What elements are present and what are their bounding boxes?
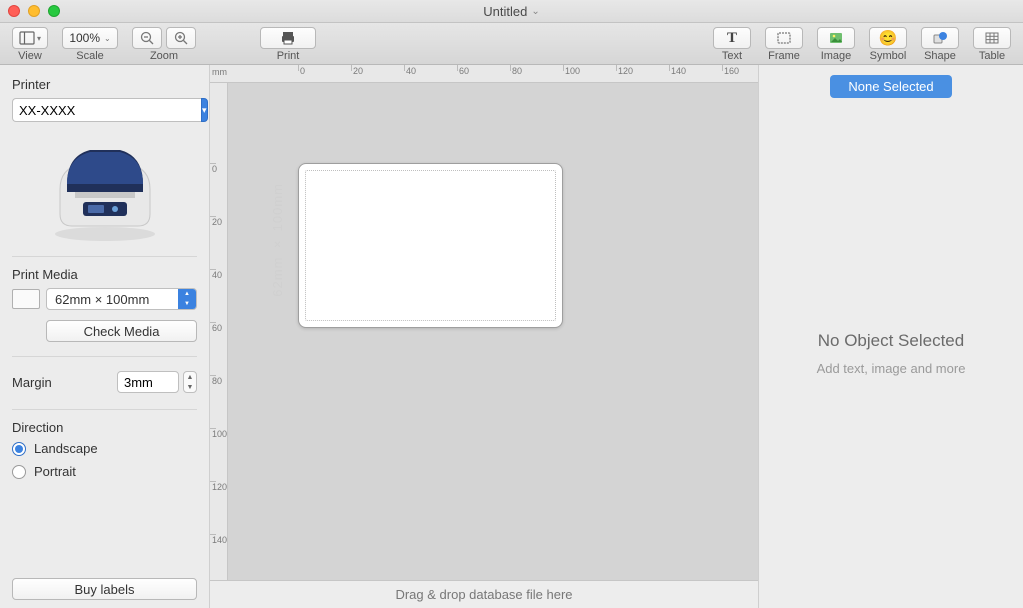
toolbar-text-group: T Text — [713, 27, 751, 62]
titlebar: Untitled ⌄ — [0, 0, 1023, 23]
left-sidebar: Printer ▾ Print Media 62mm × 100mm ▲▼ — [0, 65, 210, 608]
right-inspector: None Selected No Object Selected Add tex… — [758, 65, 1023, 608]
portrait-label: Portrait — [34, 464, 76, 479]
ruler-vertical: 020406080100120140 — [210, 83, 228, 580]
sidebar-layout-icon — [19, 30, 35, 46]
printer-dropdown-arrow[interactable]: ▾ — [201, 98, 208, 122]
frame-icon — [776, 30, 792, 46]
radio-checked-icon — [12, 442, 26, 456]
chevron-down-icon: ▾ — [37, 34, 41, 43]
toolbar-frame-group: Frame — [765, 27, 803, 62]
landscape-label: Landscape — [34, 441, 98, 456]
check-media-label: Check Media — [84, 324, 160, 339]
toolbar-zoom-group: Zoom — [132, 27, 196, 62]
scale-label: Scale — [76, 50, 104, 62]
content: Printer ▾ Print Media 62mm × 100mm ▲▼ — [0, 65, 1023, 608]
buy-labels-button[interactable]: Buy labels — [12, 578, 197, 600]
zoom-in-icon — [173, 30, 189, 46]
printer-select-value[interactable] — [12, 98, 201, 122]
toolbar-scale-group: 100% ⌄ Scale — [62, 27, 118, 62]
label-canvas[interactable] — [298, 163, 563, 328]
text-label: Text — [722, 50, 742, 62]
zoom-out-icon — [139, 30, 155, 46]
media-orientation-icon — [12, 289, 40, 309]
margin-heading: Margin — [12, 375, 52, 390]
printer-icon — [280, 30, 296, 46]
insert-table-button[interactable] — [973, 27, 1011, 49]
shape-label: Shape — [924, 50, 956, 62]
print-media-heading: Print Media — [12, 267, 197, 282]
insert-frame-button[interactable] — [765, 27, 803, 49]
table-label: Table — [979, 50, 1005, 62]
media-size-value: 62mm × 100mm — [55, 292, 149, 307]
smiley-icon: 😊 — [879, 29, 898, 47]
window-title-text: Untitled — [483, 4, 527, 19]
inspector-subtitle: Add text, image and more — [817, 361, 966, 376]
workspace[interactable]: 62mm × 100mm — [228, 83, 758, 580]
window-title[interactable]: Untitled ⌄ — [0, 4, 1023, 19]
toolbar-print-group: Print — [260, 27, 316, 62]
label-dimension-text: 62mm × 100mm — [270, 183, 285, 297]
scale-value: 100% — [69, 31, 100, 45]
direction-heading: Direction — [12, 420, 197, 435]
divider — [12, 256, 197, 257]
print-button[interactable] — [260, 27, 316, 49]
inspector-title: No Object Selected — [818, 331, 964, 351]
canvas-area: mm 020406080100120140160 020406080100120… — [210, 65, 758, 608]
image-label: Image — [821, 50, 852, 62]
toolbar-table-group: Table — [973, 27, 1011, 62]
direction-portrait-option[interactable]: Portrait — [12, 464, 197, 479]
printer-select[interactable]: ▾ — [12, 98, 197, 122]
direction-landscape-option[interactable]: Landscape — [12, 441, 197, 456]
insert-image-button[interactable] — [817, 27, 855, 49]
buy-labels-label: Buy labels — [75, 582, 135, 597]
image-icon — [828, 30, 844, 46]
chevron-down-icon: ⌄ — [104, 34, 111, 43]
margin-input[interactable] — [117, 371, 179, 393]
title-dropdown-icon: ⌄ — [531, 6, 539, 17]
toolbar-symbol-group: 😊 Symbol — [869, 27, 907, 62]
toolbar-shape-group: Shape — [921, 27, 959, 62]
symbol-label: Symbol — [870, 50, 907, 62]
database-drop-zone[interactable]: Drag & drop database file here — [210, 580, 758, 608]
zoom-in-button[interactable] — [166, 27, 196, 49]
zoom-out-button[interactable] — [132, 27, 162, 49]
text-icon: T — [727, 30, 737, 47]
insert-text-button[interactable]: T — [713, 27, 751, 49]
media-select-stepper[interactable]: ▲▼ — [178, 289, 196, 309]
ruler-unit: mm — [212, 67, 227, 77]
view-label: View — [18, 50, 42, 62]
selection-badge[interactable]: None Selected — [830, 75, 951, 98]
shape-icon — [932, 30, 948, 46]
table-icon — [984, 30, 1000, 46]
printer-heading: Printer — [12, 77, 197, 92]
divider — [12, 356, 197, 357]
zoom-label: Zoom — [150, 50, 178, 62]
view-button[interactable]: ▾ — [12, 27, 48, 49]
divider — [12, 409, 197, 410]
frame-label: Frame — [768, 50, 800, 62]
radio-unchecked-icon — [12, 465, 26, 479]
media-size-select[interactable]: 62mm × 100mm ▲▼ — [46, 288, 197, 310]
scale-dropdown[interactable]: 100% ⌄ — [62, 27, 118, 49]
insert-shape-button[interactable] — [921, 27, 959, 49]
selection-badge-text: None Selected — [848, 79, 933, 94]
ruler-horizontal: mm 020406080100120140160 — [210, 65, 758, 83]
printer-image — [45, 134, 165, 244]
print-label: Print — [277, 50, 300, 62]
insert-symbol-button[interactable]: 😊 — [869, 27, 907, 49]
drop-hint-text: Drag & drop database file here — [395, 587, 572, 602]
toolbar-image-group: Image — [817, 27, 855, 62]
check-media-button[interactable]: Check Media — [46, 320, 197, 342]
margin-stepper[interactable]: ▲▼ — [183, 371, 197, 393]
toolbar-view-group: ▾ View — [12, 27, 48, 62]
toolbar: ▾ View 100% ⌄ Scale Zoom — [0, 23, 1023, 65]
